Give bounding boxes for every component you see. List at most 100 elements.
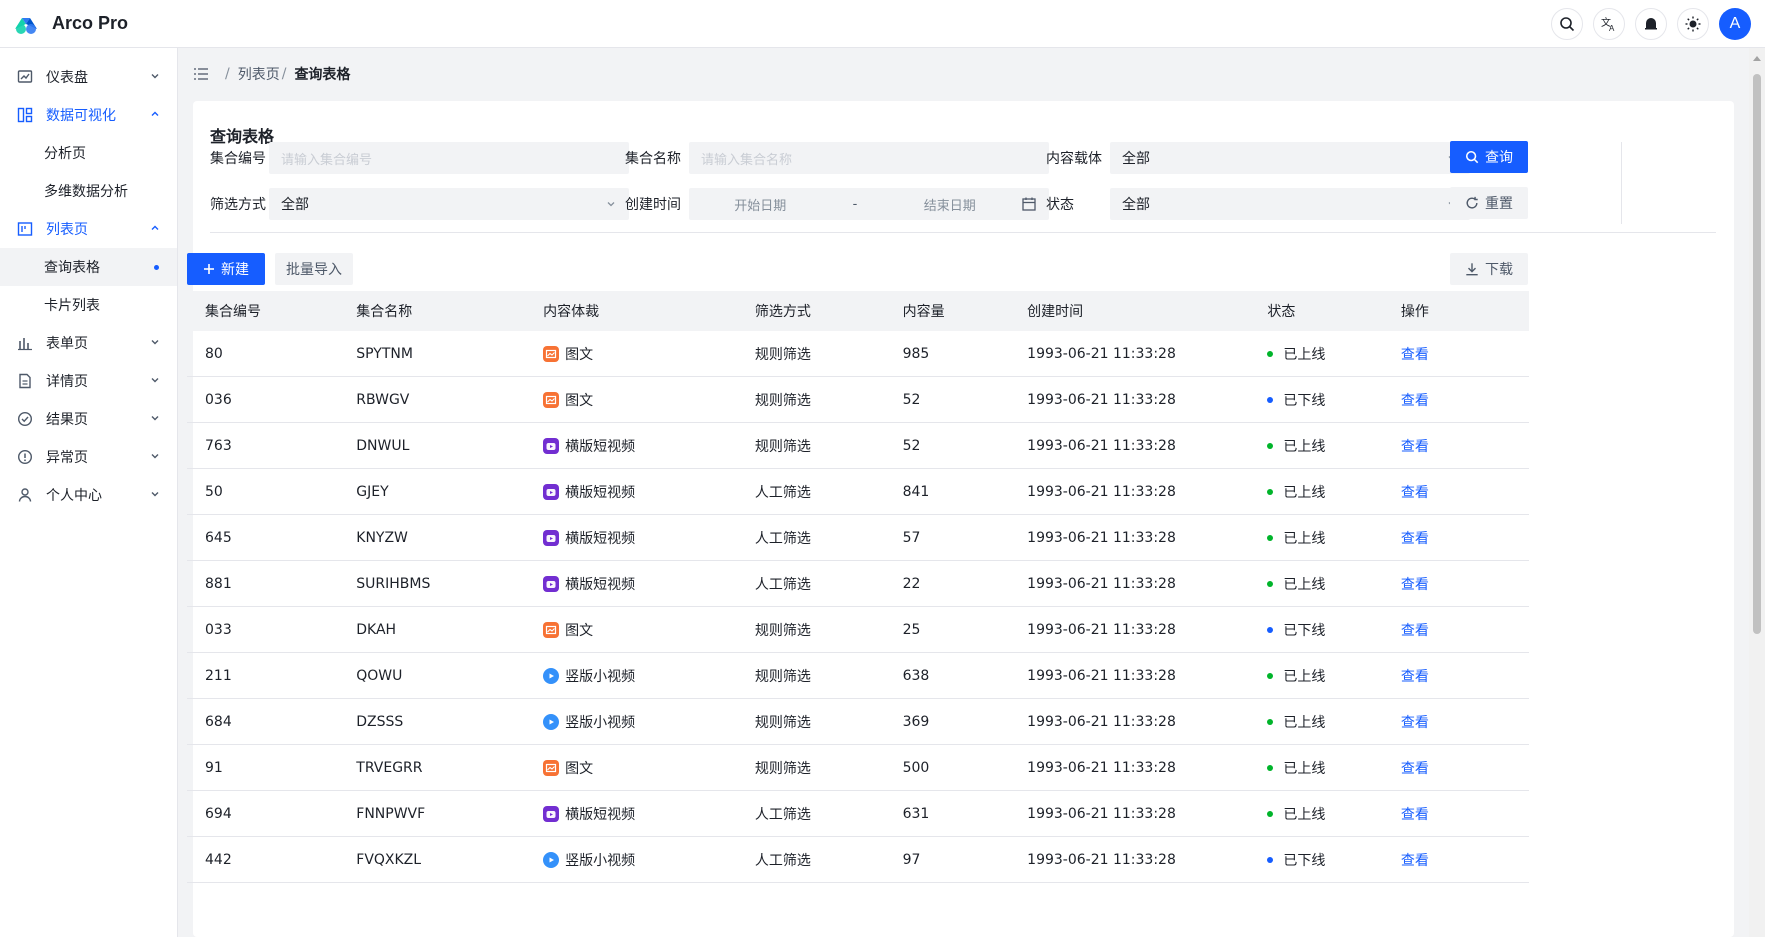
breadcrumb-separator: / <box>225 66 230 82</box>
cell-count: 57 <box>902 529 921 546</box>
status-label: 已上线 <box>1283 668 1326 685</box>
content-type-label: 横版短视频 <box>565 576 636 593</box>
sidebar-item-dashboard[interactable]: 仪表盘 <box>0 58 177 96</box>
cell-count: 638 <box>902 667 930 684</box>
view-link[interactable]: 查看 <box>1401 623 1429 639</box>
cell-filter-type: 规则筛选 <box>754 622 811 639</box>
sidebar-subitem-search-table[interactable]: 查询表格 <box>0 248 177 286</box>
view-link[interactable]: 查看 <box>1401 807 1429 823</box>
cell-filter-type: 人工筛选 <box>754 576 811 593</box>
status-dot <box>1267 718 1274 725</box>
cell-name: DNWUL <box>356 437 410 454</box>
table-row: 763 DNWUL 横版短视频 规则筛选 52 1993-06-21 11:33:28 已上… <box>187 423 1529 469</box>
scroll-up-arrow-icon[interactable] <box>1753 56 1761 61</box>
cell-id: 211 <box>205 667 232 684</box>
view-link[interactable]: 查看 <box>1401 439 1429 455</box>
start-date-placeholder[interactable]: 开始日期 <box>734 195 786 214</box>
menu-list-icon[interactable] <box>193 66 209 82</box>
filter-label: 筛选方式 <box>210 197 266 213</box>
plus-icon <box>204 264 214 274</box>
theme-icon <box>1685 16 1701 32</box>
breadcrumb-item[interactable]: 列表页 <box>238 64 280 84</box>
date-range-picker[interactable]: 开始日期 - 结束日期 <box>689 188 1049 220</box>
cell-content-type: 横版短视频 <box>543 804 755 824</box>
sidebar-item-form[interactable]: 表单页 <box>0 324 177 362</box>
search-icon <box>1465 150 1479 164</box>
chevron-down-icon <box>151 340 159 345</box>
cell-status: 已下线 <box>1267 390 1400 410</box>
status-select[interactable]: 全部 <box>1110 188 1470 220</box>
cell-created-time: 1993-06-21 11:33:28 <box>1027 483 1176 500</box>
status-label: 已上线 <box>1283 714 1326 731</box>
language-button[interactable]: 文A <box>1593 8 1625 40</box>
content-type-select[interactable]: 全部 <box>1110 142 1470 174</box>
sidebar-item-label: 详情页 <box>46 374 88 390</box>
view-link[interactable]: 查看 <box>1401 393 1429 409</box>
column-header: 创建时间 <box>1027 304 1084 320</box>
reset-button-label: 重置 <box>1485 196 1513 212</box>
sidebar-item-result[interactable]: 结果页 <box>0 400 177 438</box>
scrollbar-thumb[interactable] <box>1753 74 1761 634</box>
download-icon <box>1466 263 1478 276</box>
cell-status: 已上线 <box>1267 666 1400 686</box>
sidebar-subitem-analysis[interactable]: 分析页 <box>0 134 177 172</box>
notification-icon <box>1645 18 1657 30</box>
batch-import-button[interactable]: 批量导入 <box>275 253 353 285</box>
cell-id: 684 <box>205 713 232 730</box>
status-dot <box>1267 534 1274 541</box>
sidebar-item-list[interactable]: 列表页 <box>0 210 177 248</box>
brand[interactable]: Arco Pro <box>0 0 128 47</box>
content-type-label: 横版短视频 <box>565 438 636 455</box>
sidebar-item-visualization[interactable]: 数据可视化 <box>0 96 177 134</box>
status-dot <box>1267 810 1274 817</box>
cell-count: 631 <box>902 805 930 822</box>
cell-created-time: 1993-06-21 11:33:28 <box>1027 437 1176 454</box>
view-link[interactable]: 查看 <box>1401 669 1429 685</box>
search-button[interactable]: 查询 <box>1450 141 1528 173</box>
view-link[interactable]: 查看 <box>1401 485 1429 501</box>
chevron-down-icon <box>151 74 159 79</box>
sidebar-item-label: 列表页 <box>46 222 88 238</box>
id-input[interactable]: 请输入集合编号 <box>269 142 629 174</box>
cell-count: 22 <box>902 575 921 592</box>
status-dot <box>1267 856 1274 863</box>
table-header: 集合编号 集合名称 内容体裁 筛选方式 内容量 创建时间 状态 操作 <box>187 291 1529 331</box>
sidebar-item-user-center[interactable]: 个人中心 <box>0 476 177 514</box>
sidebar-subitem-card-list[interactable]: 卡片列表 <box>0 286 177 324</box>
sidebar-item-detail[interactable]: 详情页 <box>0 362 177 400</box>
view-link[interactable]: 查看 <box>1401 347 1429 363</box>
cell-content-type: 横版短视频 <box>543 528 755 548</box>
search-button[interactable] <box>1551 8 1583 40</box>
end-date-placeholder[interactable]: 结束日期 <box>924 195 976 214</box>
name-input[interactable]: 请输入集合名称 <box>689 142 1049 174</box>
sidebar-subitem-multi-dimension[interactable]: 多维数据分析 <box>0 172 177 210</box>
notification-button[interactable] <box>1635 8 1667 40</box>
view-link[interactable]: 查看 <box>1401 577 1429 593</box>
reset-button[interactable]: 重置 <box>1450 187 1528 219</box>
view-link[interactable]: 查看 <box>1401 531 1429 547</box>
cell-count: 985 <box>902 345 930 362</box>
navbar-actions: 文A A <box>1551 0 1751 48</box>
theme-button[interactable] <box>1677 8 1709 40</box>
cell-id: 80 <box>205 345 223 362</box>
user-avatar[interactable]: A <box>1719 8 1751 40</box>
page-scrollbar[interactable] <box>1749 48 1765 937</box>
cell-count: 500 <box>902 759 930 776</box>
filter-type-select[interactable]: 全部 <box>269 188 629 220</box>
view-link[interactable]: 查看 <box>1401 761 1429 777</box>
create-button[interactable]: 新建 <box>187 253 265 285</box>
cell-action: 查看 <box>1401 620 1529 640</box>
download-button[interactable]: 下载 <box>1450 253 1528 285</box>
cell-id: 694 <box>205 805 232 822</box>
cell-filter-type: 规则筛选 <box>754 668 811 685</box>
table-row: 694 FNNPWVF 横版短视频 人工筛选 631 1993-06-21 11:33:2… <box>187 791 1529 837</box>
status-dot <box>1267 580 1274 587</box>
cell-content-type: 横版短视频 <box>543 436 755 456</box>
cell-count: 841 <box>902 483 930 500</box>
view-link[interactable]: 查看 <box>1401 715 1429 731</box>
sidebar-item-exception[interactable]: 异常页 <box>0 438 177 476</box>
cell-content-type: 横版短视频 <box>543 482 755 502</box>
column-header: 操作 <box>1400 304 1429 320</box>
cell-action: 查看 <box>1401 850 1529 870</box>
view-link[interactable]: 查看 <box>1401 853 1429 869</box>
